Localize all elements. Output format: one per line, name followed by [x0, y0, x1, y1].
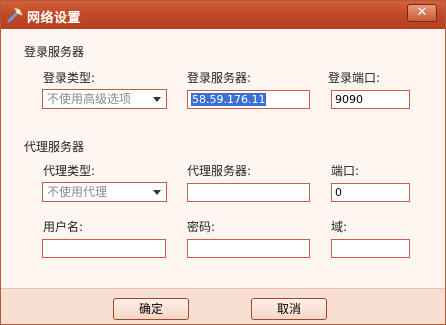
- tools-icon: [7, 7, 23, 23]
- network-settings-dialog: 网络设置 ✕ 登录服务器 登录类型: 不使用高级选项 登录服务器: 58.59.…: [0, 0, 446, 325]
- password-label: 密码:: [187, 220, 216, 234]
- domain-label: 域:: [331, 220, 348, 234]
- username-label: 用户名:: [43, 220, 84, 234]
- title-bar[interactable]: 网络设置 ✕: [1, 1, 445, 29]
- password-input[interactable]: [187, 239, 310, 258]
- ok-button[interactable]: 确定: [113, 298, 189, 320]
- close-icon: ✕: [416, 5, 428, 20]
- chevron-down-icon: [153, 190, 161, 195]
- login-type-select[interactable]: 不使用高级选项: [42, 89, 167, 109]
- proxy-server-input[interactable]: [187, 183, 310, 202]
- login-type-value: 不使用高级选项: [47, 92, 132, 106]
- cancel-button[interactable]: 取消: [251, 298, 327, 320]
- login-server-label: 登录服务器:: [187, 71, 252, 85]
- login-port-label: 登录端口:: [328, 71, 381, 85]
- chevron-down-icon: [153, 97, 161, 102]
- dialog-footer: 确定 取消: [1, 288, 445, 324]
- proxy-server-section-title: 代理服务器: [24, 140, 85, 154]
- domain-input[interactable]: [331, 239, 410, 258]
- login-type-label: 登录类型:: [43, 71, 96, 85]
- proxy-type-select[interactable]: 不使用代理: [42, 182, 167, 202]
- window-title: 网络设置: [27, 11, 82, 26]
- close-button[interactable]: ✕: [407, 4, 437, 22]
- login-server-section-title: 登录服务器: [24, 45, 85, 59]
- username-input[interactable]: [42, 239, 166, 258]
- login-server-input[interactable]: 58.59.176.11: [187, 90, 310, 109]
- proxy-type-label: 代理类型:: [43, 164, 96, 178]
- login-port-input[interactable]: 9090: [331, 90, 410, 109]
- proxy-type-value: 不使用代理: [47, 185, 108, 199]
- proxy-server-label: 代理服务器:: [187, 164, 252, 178]
- proxy-port-label: 端口:: [331, 164, 360, 178]
- proxy-port-input[interactable]: 0: [331, 183, 410, 202]
- login-server-value: 58.59.176.11: [191, 93, 267, 106]
